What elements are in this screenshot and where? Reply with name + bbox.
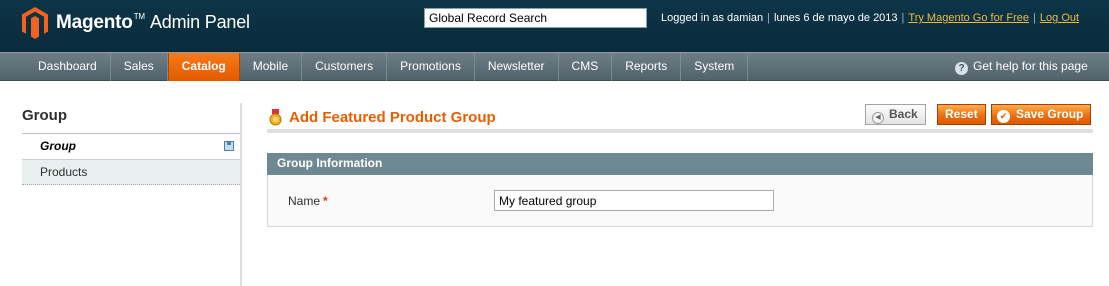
tab-group[interactable]: Group [22, 133, 242, 159]
name-input[interactable] [494, 190, 774, 211]
main-nav: Dashboard Sales Catalog Mobile Customers… [0, 52, 1109, 81]
nav-item-catalog[interactable]: Catalog [167, 53, 240, 81]
back-label: Back [889, 107, 918, 121]
divider: | [1033, 12, 1036, 24]
magento-logo-icon [22, 7, 48, 39]
tab-group-label: Group [40, 139, 76, 153]
content-header: Add Featured Product Group ◀ Back Reset ✔… [267, 103, 1093, 133]
help-icon: ? [955, 62, 968, 75]
help-link[interactable]: ? Get help for this page [955, 59, 1088, 75]
page-title: Add Featured Product Group [289, 109, 496, 126]
changed-save-icon [224, 141, 234, 151]
reset-button[interactable]: Reset [937, 104, 986, 125]
nav-item-cms[interactable]: CMS [559, 53, 613, 81]
logo-text: MagentoTM Admin Panel [56, 12, 250, 34]
sidebar-title: Group [22, 107, 67, 124]
nav-item-customers[interactable]: Customers [302, 53, 388, 81]
help-label: Get help for this page [973, 59, 1088, 73]
logo-brand: Magento [56, 12, 133, 33]
logged-in-text: Logged in as damian [661, 12, 764, 24]
save-label: Save Group [1016, 107, 1084, 121]
header-links: Logged in as damian | lunes 6 de mayo de 2… [661, 12, 1079, 24]
nav-item-newsletter[interactable]: Newsletter [475, 53, 559, 81]
required-mark: * [323, 194, 328, 208]
logout-link[interactable]: Log Out [1040, 12, 1079, 24]
logo-suffix: Admin Panel [149, 12, 250, 32]
name-label: Name * [288, 194, 328, 208]
nav-item-dashboard[interactable]: Dashboard [25, 53, 111, 81]
trademark-mark: TM [133, 12, 145, 21]
divider: | [767, 12, 770, 24]
checkmark-icon: ✔ [997, 110, 1010, 123]
name-label-text: Name [288, 194, 321, 208]
sidebar-tabs: Group Products [22, 133, 242, 185]
nav-item-sales[interactable]: Sales [111, 53, 168, 81]
nav-item-mobile[interactable]: Mobile [240, 53, 303, 81]
fieldset-body: Name * [267, 175, 1093, 227]
date-text: lunes 6 de mayo de 2013 [774, 12, 898, 24]
medal-icon [269, 109, 282, 126]
nav-item-promotions[interactable]: Promotions [387, 53, 475, 81]
back-button[interactable]: ◀ Back [865, 104, 926, 125]
nav-item-system[interactable]: System [681, 53, 749, 81]
nav-item-reports[interactable]: Reports [612, 53, 682, 81]
global-search-input[interactable]: Global Record Search [424, 8, 647, 28]
save-group-button[interactable]: ✔ Save Group [991, 104, 1092, 125]
fieldset-title: Group Information [267, 153, 1093, 175]
divider: | [901, 12, 905, 24]
tab-products[interactable]: Products [22, 159, 242, 185]
admin-header: MagentoTM Admin Panel Global Record Sear… [0, 0, 1109, 52]
try-magento-go-link[interactable]: Try Magento Go for Free [908, 12, 1029, 24]
sidebar-divider [240, 103, 242, 286]
tab-products-label: Products [40, 165, 88, 179]
back-arrow-icon: ◀ [872, 112, 884, 124]
